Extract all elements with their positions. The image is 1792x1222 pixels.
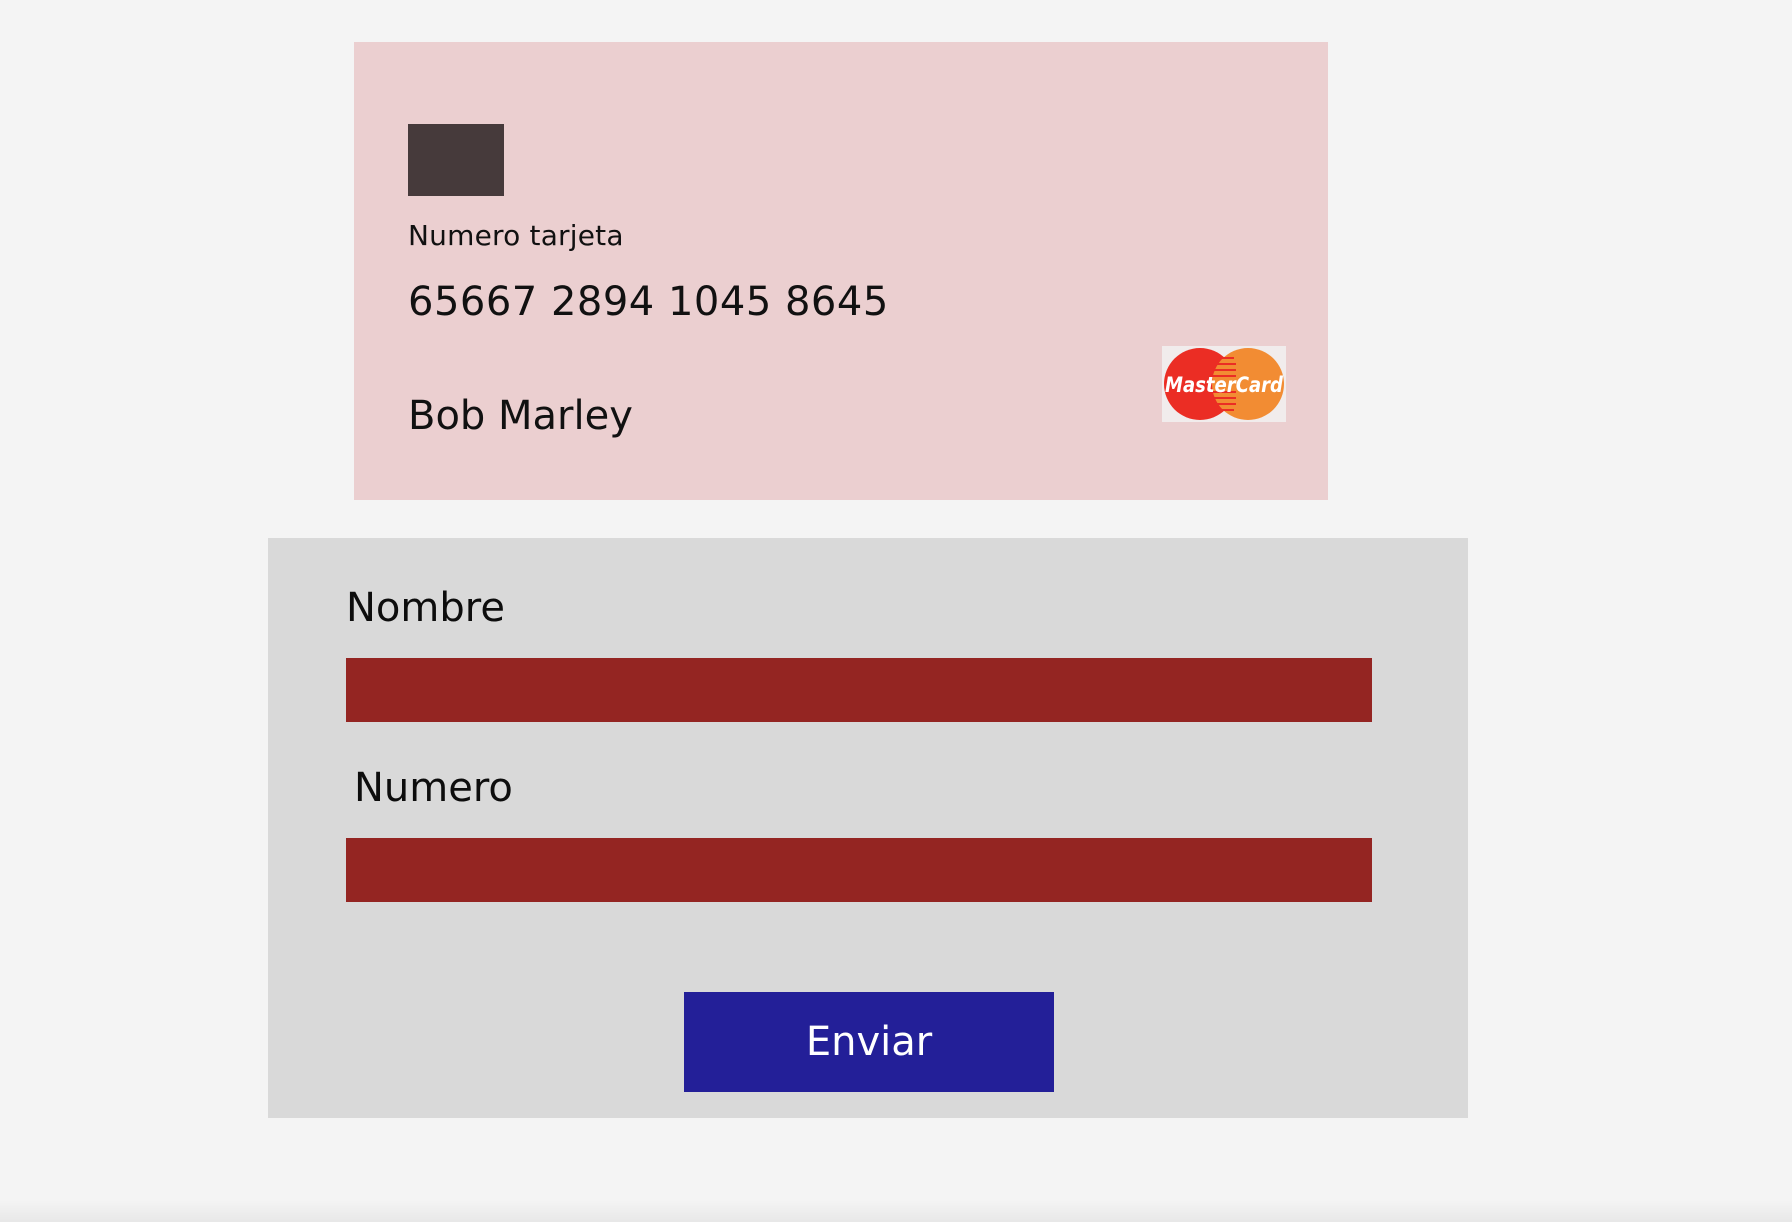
- mastercard-logo-icon: MasterCard: [1162, 346, 1286, 422]
- numero-label: Numero: [354, 765, 513, 811]
- submit-button[interactable]: Enviar: [684, 992, 1054, 1092]
- card-preview: Numero tarjeta 65667 2894 1045 8645 Bob …: [354, 42, 1328, 500]
- payment-form: Nombre Numero Enviar: [268, 538, 1468, 1118]
- nombre-label: Nombre: [346, 585, 505, 631]
- card-chip: [408, 124, 504, 196]
- card-number-label: Numero tarjeta: [408, 219, 624, 252]
- card-number: 65667 2894 1045 8645: [408, 279, 889, 325]
- numero-input[interactable]: [346, 838, 1372, 902]
- card-holder-name: Bob Marley: [408, 393, 633, 439]
- mastercard-logo-text: MasterCard: [1165, 373, 1284, 397]
- bottom-shadow: [0, 1200, 1792, 1222]
- nombre-input[interactable]: [346, 658, 1372, 722]
